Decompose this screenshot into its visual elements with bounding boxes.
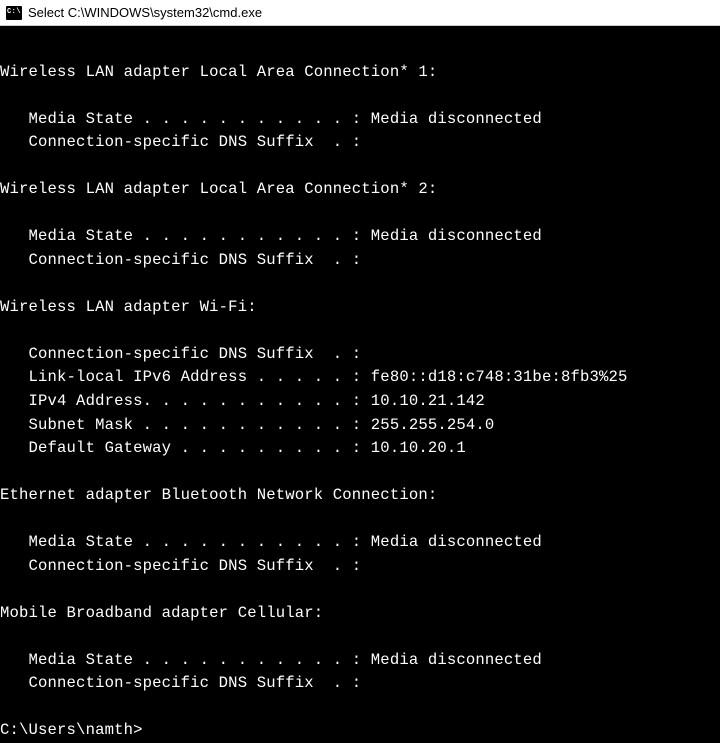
cmd-icon: C:\: [6, 6, 22, 20]
window-title: Select C:\WINDOWS\system32\cmd.exe: [28, 5, 262, 20]
terminal-output[interactable]: Wireless LAN adapter Local Area Connecti…: [0, 26, 720, 743]
window-title-bar[interactable]: C:\ Select C:\WINDOWS\system32\cmd.exe: [0, 0, 720, 26]
